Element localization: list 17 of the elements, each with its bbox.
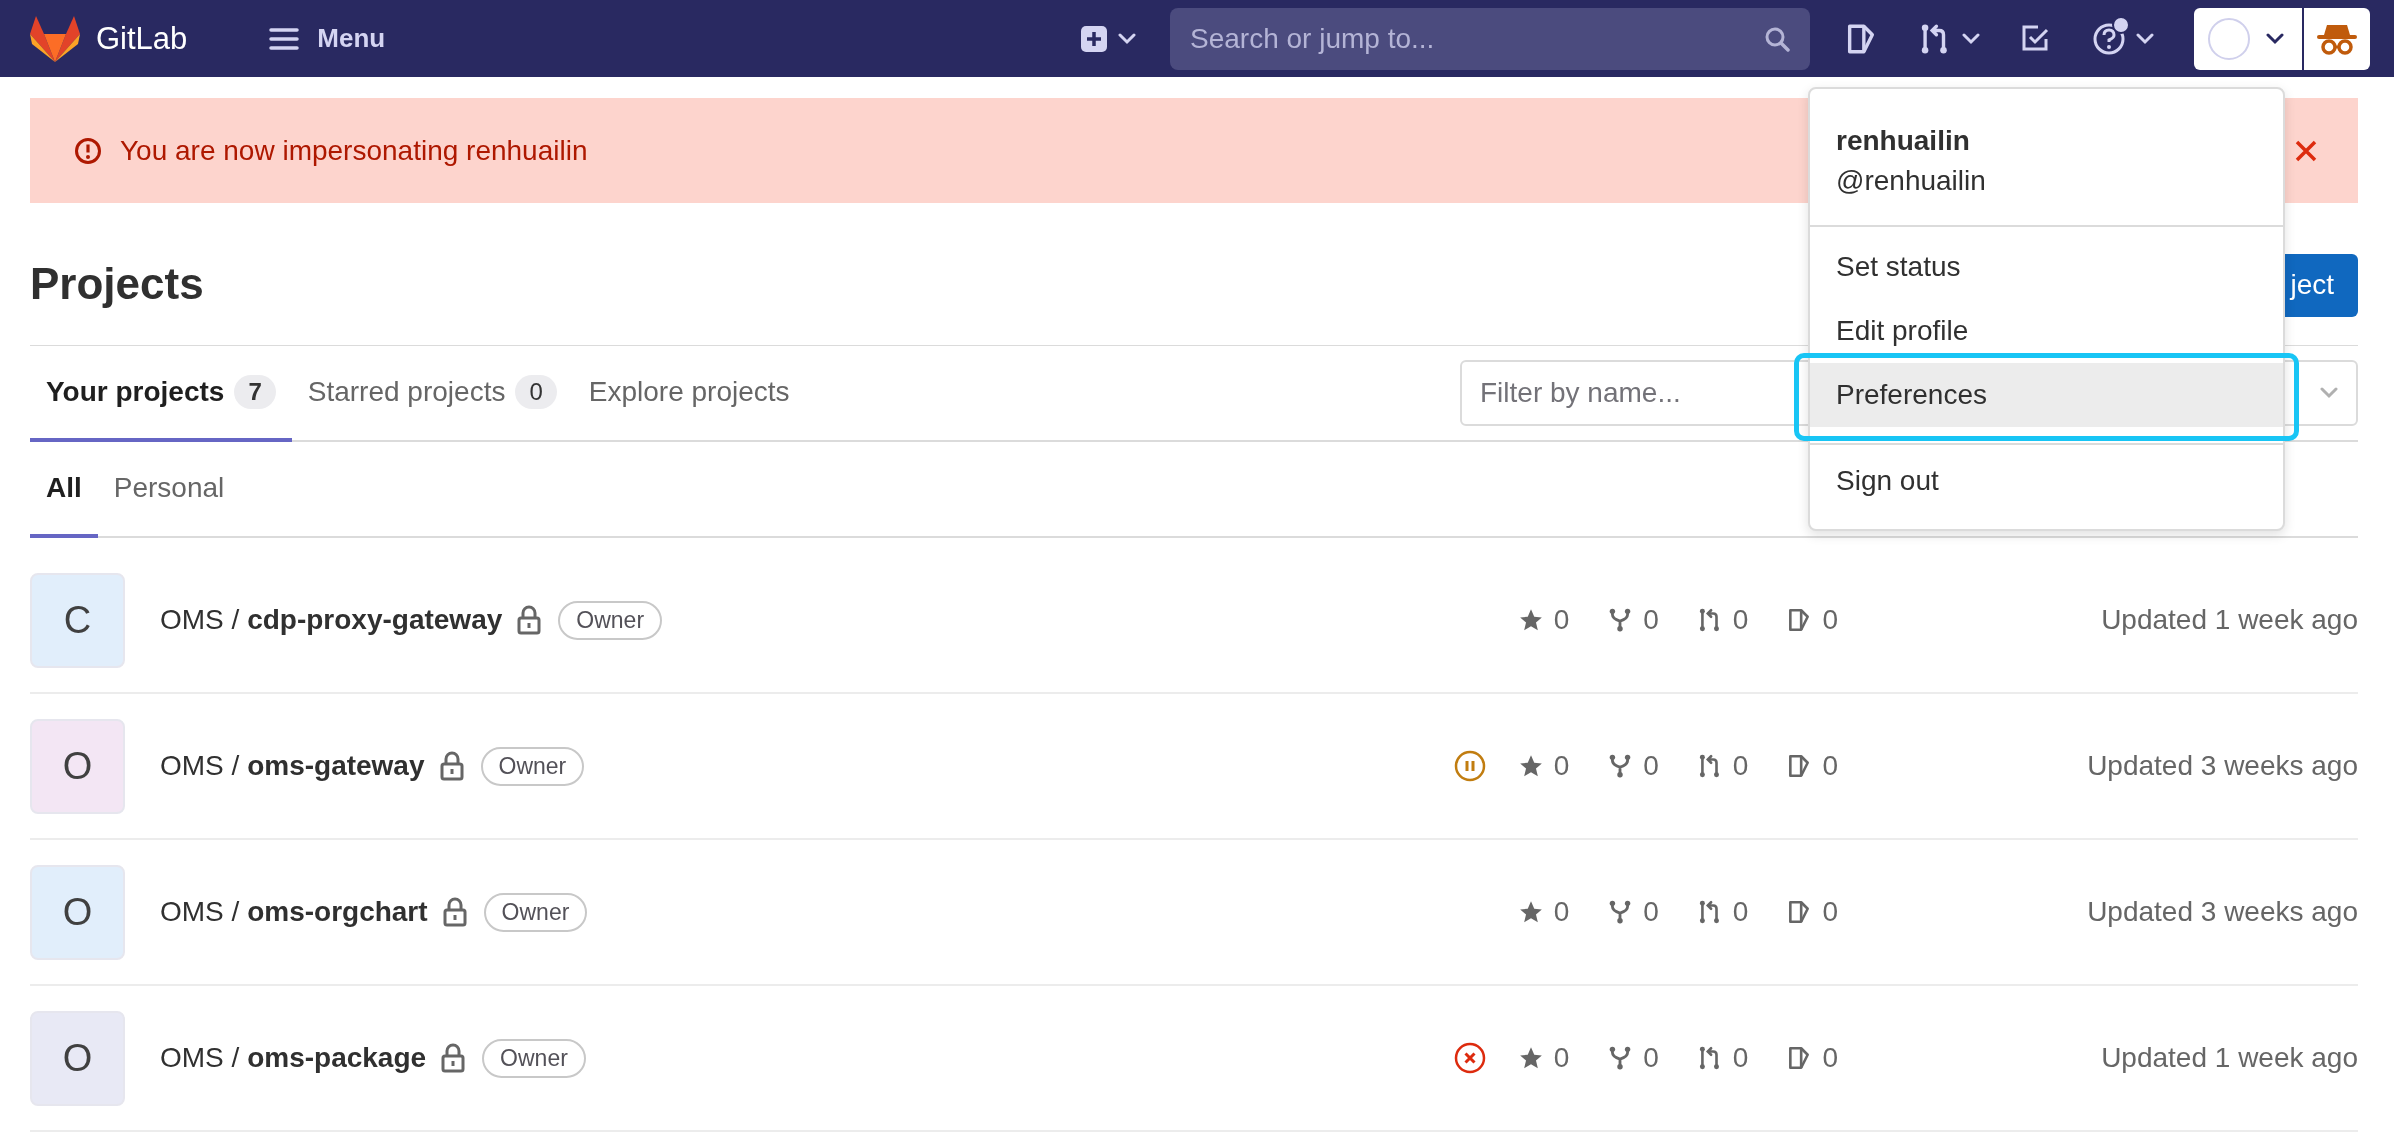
updated-time: Updated 1 week ago bbox=[2100, 604, 2358, 636]
tab-label: Explore projects bbox=[588, 376, 790, 408]
updated-time: Updated 3 weeks ago bbox=[2086, 896, 2358, 928]
page-title: Projects bbox=[30, 259, 204, 309]
tab-label: Your projects bbox=[46, 376, 225, 408]
role-badge: Owner bbox=[558, 600, 663, 640]
role-badge: Owner bbox=[480, 746, 585, 786]
role-badge: Owner bbox=[483, 892, 588, 932]
updated-time: Updated 1 week ago bbox=[2100, 1042, 2358, 1074]
user-name: renhuailin bbox=[1836, 124, 1971, 158]
count-badge: 7 bbox=[234, 375, 276, 409]
tab-label: Starred projects bbox=[307, 376, 506, 408]
user-handle: @renhuailin bbox=[1836, 164, 1987, 198]
alert-message: You are now impersonating renhuailin bbox=[120, 134, 588, 167]
role-badge: Owner bbox=[482, 1038, 586, 1078]
count-badge: 0 bbox=[515, 375, 557, 409]
updated-time: Updated 3 weeks ago bbox=[2086, 750, 2358, 782]
